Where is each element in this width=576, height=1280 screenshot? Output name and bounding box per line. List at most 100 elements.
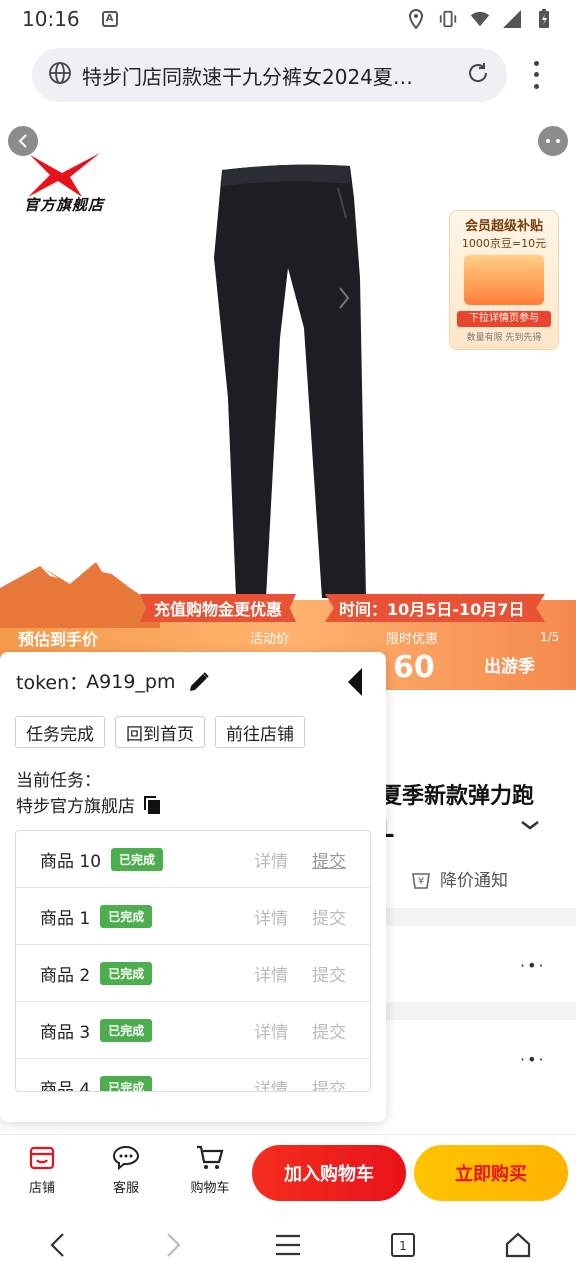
price-alert-label: 降价通知 (440, 871, 508, 891)
page-title[interactable]: 特步门店同款速干九分裤女2024夏… (82, 61, 465, 90)
task-store-name: 特步官方旗舰店 (16, 797, 135, 817)
edit-icon[interactable] (187, 670, 211, 694)
limited-offer-label: 限时优惠 (386, 632, 439, 647)
more-options-icon[interactable]: ·•· (520, 956, 546, 975)
member-card-note: 数量有限 先到先得 (466, 333, 542, 343)
status-badge: 已完成 (100, 961, 153, 985)
store-button[interactable]: 店铺 (12, 1143, 72, 1196)
token-row: token： A919_pm (16, 668, 211, 695)
service-card[interactable] (380, 1020, 576, 1106)
bottom-action-bar: 店铺 客服 购物车 加入购物车 立即购买 (0, 1134, 576, 1208)
store-label: 店铺 (28, 1181, 55, 1196)
copy-icon[interactable] (143, 795, 161, 815)
forward-arrow-icon[interactable] (151, 1223, 195, 1267)
detail-link[interactable]: 详情 (254, 847, 288, 872)
globe-icon (48, 61, 72, 89)
detail-link[interactable]: 详情 (254, 1018, 288, 1043)
cart-button[interactable]: 购物车 (180, 1143, 240, 1196)
svg-text:¥: ¥ (418, 876, 424, 887)
member-card-button[interactable]: 下拉详情页参与 (457, 311, 551, 327)
price-alert-button[interactable]: ¥ 降价通知 (410, 866, 508, 891)
vibrate-icon (438, 9, 458, 29)
list-item: 商品 10 已完成 详情 提交 (16, 831, 370, 888)
token-value: A919_pm (86, 670, 176, 693)
clock: 10:16 (22, 7, 80, 31)
item-name: 商品 4 (40, 1079, 91, 1092)
status-bar: 10:16 A (0, 0, 576, 38)
status-badge: 已完成 (100, 1018, 153, 1042)
wifi-icon (470, 9, 490, 29)
collapse-panel-icon[interactable] (348, 668, 362, 696)
list-item: 商品 3 已完成 详情 提交 (16, 1002, 370, 1059)
buy-now-button[interactable]: 立即购买 (414, 1145, 568, 1201)
gift-icon (464, 255, 544, 305)
submit-link[interactable]: 提交 (312, 847, 346, 872)
add-to-cart-button[interactable]: 加入购物车 (252, 1145, 406, 1201)
travel-season-label: 出游季 (484, 657, 535, 677)
promo-tag: 充值购物金更优惠 (140, 594, 297, 622)
list-item: 商品 1 已完成 详情 提交 (16, 888, 370, 945)
chevron-down-icon[interactable] (520, 816, 540, 837)
location-icon (406, 9, 426, 29)
limited-price: 60 (393, 650, 435, 685)
member-card-title: 会员超级补贴 (464, 219, 543, 234)
token-label: token： (16, 672, 89, 694)
address-bar[interactable]: 特步门店同款速干九分裤女2024夏… (32, 48, 507, 102)
signal-icon (502, 9, 522, 29)
back-home-button[interactable]: 回到首页 (115, 716, 205, 748)
detail-link[interactable]: 详情 (254, 961, 288, 986)
product-title: 夏季新款弹力跑 L (380, 780, 534, 848)
estimate-price-label: 预估到手价 (18, 630, 99, 649)
home-icon[interactable] (496, 1223, 540, 1267)
submit-link[interactable]: 提交 (312, 1075, 346, 1092)
detail-link[interactable]: 详情 (254, 904, 288, 929)
battery-icon (534, 9, 554, 29)
product-title-line1: 夏季新款弹力跑 (380, 784, 535, 809)
svg-text:1: 1 (399, 1239, 407, 1253)
store-icon (27, 1143, 57, 1173)
task-complete-button[interactable]: 任务完成 (15, 716, 105, 748)
system-nav-bar: 1 (0, 1210, 576, 1280)
current-task-label: 当前任务： (16, 771, 101, 791)
item-name: 商品 2 (40, 965, 91, 986)
detail-link[interactable]: 详情 (254, 1075, 288, 1092)
product-image (214, 164, 366, 598)
official-store-label: 官方旗舰店 (24, 196, 105, 214)
product-gallery[interactable]: 官方旗舰店 会员超级补贴 1000京豆=10元 下拉详情页参与 数量有限 先到先… (0, 118, 576, 690)
gallery-page-indicator: 1/5 (540, 630, 560, 644)
reload-icon[interactable] (465, 60, 491, 90)
chat-icon (111, 1143, 141, 1173)
activity-price-label: 活动价 (250, 632, 290, 647)
mountain-icon (0, 562, 160, 628)
tabs-icon[interactable]: 1 (381, 1223, 425, 1267)
list-item: 商品 2 已完成 详情 提交 (16, 945, 370, 1002)
service-button[interactable]: 客服 (96, 1143, 156, 1196)
cart-label: 购物车 (190, 1181, 230, 1196)
back-arrow-icon[interactable] (36, 1223, 80, 1267)
price-alert-icon: ¥ (412, 872, 430, 889)
section-divider (380, 908, 576, 926)
current-task-store: 特步官方旗舰店 (16, 792, 161, 817)
member-card-subtitle: 1000京豆=10元 (461, 237, 547, 250)
service-label: 客服 (112, 1181, 139, 1196)
more-icon[interactable] (538, 126, 568, 156)
submit-link[interactable]: 提交 (312, 961, 346, 986)
browser-menu-icon[interactable] (522, 58, 550, 92)
go-store-button[interactable]: 前往店铺 (215, 716, 305, 748)
promo-time: 时间：10月5日-10月7日 (325, 594, 545, 622)
more-options-icon[interactable]: ·•· (520, 1050, 546, 1069)
member-subsidy-card[interactable]: 会员超级补贴 1000京豆=10元 下拉详情页参与 数量有限 先到先得 (449, 210, 559, 350)
item-name: 商品 1 (40, 908, 91, 929)
section-divider (380, 1002, 576, 1020)
status-badge: 已完成 (111, 847, 164, 871)
item-name: 商品 3 (40, 1022, 91, 1043)
panel-actions: 任务完成 回到首页 前往店铺 (15, 716, 305, 748)
hamburger-menu-icon[interactable] (266, 1223, 310, 1267)
submit-link[interactable]: 提交 (312, 1018, 346, 1043)
item-name: 商品 10 (40, 851, 102, 872)
list-item: 商品 4 已完成 详情 提交 (16, 1059, 370, 1092)
submit-link[interactable]: 提交 (312, 904, 346, 929)
spec-card[interactable] (380, 926, 576, 1002)
cart-icon (195, 1143, 225, 1173)
status-badge: 已完成 (100, 1075, 153, 1091)
